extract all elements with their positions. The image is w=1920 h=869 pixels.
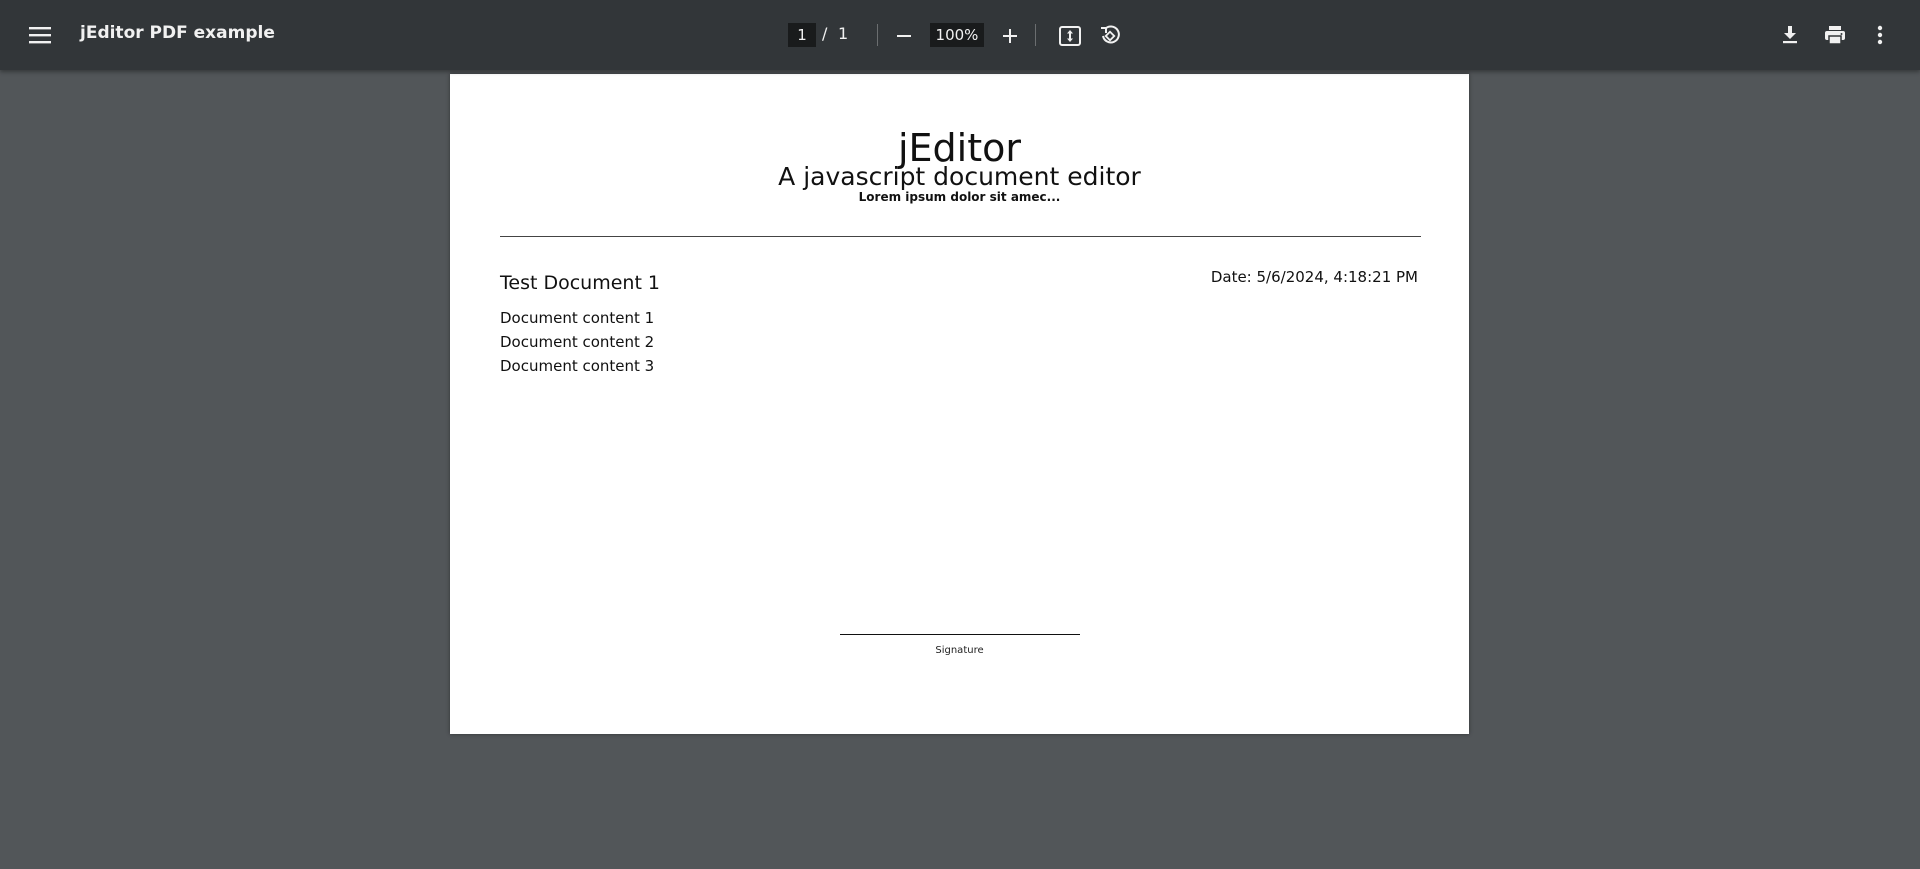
download-button[interactable] <box>1774 19 1806 51</box>
zoom-input[interactable] <box>930 23 984 47</box>
download-icon <box>1783 26 1797 44</box>
menu-button[interactable] <box>20 15 60 55</box>
pdf-page: jEditor A javascript document editor Lor… <box>450 74 1469 734</box>
header-divider <box>500 236 1421 237</box>
signature-line <box>840 634 1080 635</box>
minus-icon <box>897 35 911 37</box>
rotate-icon <box>1101 25 1120 44</box>
page-number-input[interactable] <box>788 23 816 47</box>
content-line: Document content 1 <box>500 309 655 327</box>
content-line: Document content 3 <box>500 357 655 375</box>
document-title-text: Test Document 1 <box>500 272 661 294</box>
content-line: Document content 2 <box>500 333 655 351</box>
print-icon <box>1825 26 1845 45</box>
more-actions-button[interactable] <box>1866 19 1894 51</box>
document-date: Date: 5/6/2024, 4:18:21 PM <box>1210 268 1418 286</box>
zoom-in-button[interactable] <box>995 21 1025 51</box>
zoom-out-button[interactable] <box>889 21 919 51</box>
signature-label: Signature <box>935 645 984 656</box>
page-total: 1 <box>838 24 849 43</box>
document-title: jEditor PDF example <box>80 23 275 43</box>
print-button[interactable] <box>1819 19 1851 51</box>
fit-to-page-button[interactable] <box>1054 20 1086 52</box>
pdf-toolbar: jEditor PDF example / 1 <box>0 0 1920 70</box>
document-subheading: A javascript document editor <box>778 162 1141 191</box>
document-tagline: Lorem ipsum dolor sit amec... <box>858 190 1061 204</box>
page-separator: / <box>822 24 828 43</box>
menu-icon <box>29 27 51 44</box>
toolbar-divider <box>877 24 878 46</box>
rotate-button[interactable] <box>1094 20 1126 52</box>
fit-to-page-icon <box>1059 26 1081 46</box>
document-content: Document content 1 Document content 2 Do… <box>500 306 654 378</box>
more-vert-icon <box>1877 25 1883 45</box>
plus-icon <box>1003 29 1017 43</box>
toolbar-divider <box>1035 24 1036 46</box>
